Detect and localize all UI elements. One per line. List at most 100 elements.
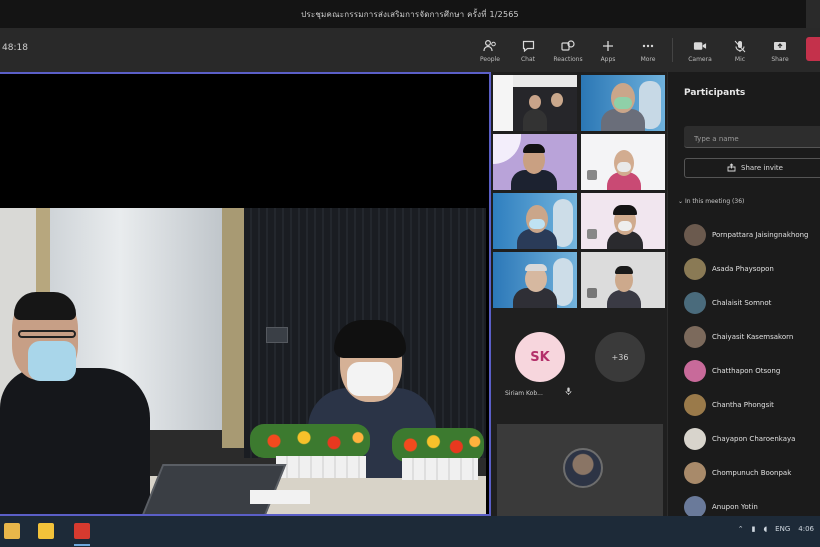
participant-row[interactable]: Chatthapon Otsong (684, 359, 780, 383)
video-tile[interactable] (581, 252, 665, 308)
video-tile[interactable] (493, 134, 577, 190)
meeting-title: ประชุมคณะกรรมการส่งเสริมการจัดการศึกษา ค… (301, 9, 519, 19)
apps-label: Apps (600, 56, 616, 63)
share-button[interactable]: Share (763, 34, 797, 68)
speaker-left-mask (28, 341, 76, 381)
participant-avatar (684, 428, 706, 450)
participant-row[interactable]: Chalaisit Somnot (684, 291, 771, 315)
participant-avatar (684, 292, 706, 314)
video-tile[interactable] (493, 252, 577, 308)
participant-avatar (684, 326, 706, 348)
participant-row[interactable]: Chaiyasit Kasemsakorn (684, 325, 793, 349)
chat-button[interactable]: Chat (511, 34, 545, 68)
participant-name: Chayapon Charoenkaya (712, 435, 796, 443)
system-tray: ⌃ ▮ ◖ ENG 4:06 (738, 525, 814, 533)
participant-avatar (684, 496, 706, 518)
participant-row[interactable]: Asada Phaysopon (684, 257, 774, 281)
camera-icon (693, 39, 707, 53)
participant-avatar (684, 462, 706, 484)
participant-row[interactable]: Chayapon Charoenkaya (684, 427, 795, 451)
more-participants-count: +36 (611, 352, 629, 362)
network-icon[interactable]: ▮ (752, 525, 756, 533)
participants-panel: Participants Share invite ⌄ In this meet… (667, 72, 820, 518)
toolbar-divider (672, 38, 673, 62)
clock[interactable]: 4:06 (798, 525, 814, 533)
participant-name: Pornpattara Jaisingnakhong (712, 231, 809, 239)
participant-name: Chaiyasit Kasemsakorn (712, 333, 794, 341)
participant-search-input[interactable] (684, 128, 820, 150)
file-explorer-icon[interactable] (4, 523, 20, 539)
wall-plate (266, 327, 288, 343)
video-tile[interactable] (581, 134, 665, 190)
mic-button[interactable]: Mic (723, 34, 757, 68)
participant-search-box (684, 126, 820, 150)
share-invite-label: Share invite (741, 164, 783, 172)
participant-row[interactable]: Chantha Phongsit (684, 393, 774, 417)
more-label: More (640, 56, 656, 63)
in-meeting-section-header[interactable]: ⌄ In this meeting (36) (678, 198, 744, 205)
chevron-up-icon[interactable]: ⌃ (738, 525, 744, 533)
video-tile[interactable] (493, 193, 577, 249)
mic-label: Mic (734, 56, 746, 63)
panel-title: Participants (684, 88, 746, 98)
speaker-left-body (0, 368, 150, 526)
participant-avatar (684, 224, 706, 246)
teams-meeting-window: ประชุมคณะกรรมการส่งเสริมการจัดการศึกษา ค… (0, 0, 820, 547)
participant-name-label: Siriam Kob... (505, 390, 543, 397)
share-label: Share (771, 56, 789, 63)
participant-name: Chantha Phongsit (712, 401, 774, 409)
pdf-reader-icon[interactable] (74, 523, 90, 539)
speaker-right-hair (334, 320, 406, 358)
chat-icon (521, 39, 535, 53)
chevron-down-icon: ⌄ (678, 198, 685, 205)
window-control[interactable] (806, 0, 820, 28)
apps-button[interactable]: Apps (591, 34, 625, 68)
participant-avatar (684, 258, 706, 280)
share-icon (773, 39, 787, 53)
main-video-feed (0, 208, 486, 526)
camera-button[interactable]: Camera (683, 34, 717, 68)
share-invite-button[interactable]: Share invite (684, 158, 820, 178)
mic-muted-icon (565, 387, 572, 397)
participant-avatar-sk[interactable]: SK (515, 332, 565, 382)
title-bar: ประชุมคณะกรรมการส่งเสริมการจัดการศึกษา ค… (0, 0, 820, 28)
video-tile[interactable] (493, 75, 577, 131)
video-tile[interactable] (581, 75, 665, 131)
participant-row[interactable]: Chompunuch Boonpak (684, 461, 791, 485)
share-invite-icon (727, 162, 736, 174)
reactions-icon (561, 39, 575, 53)
self-avatar (563, 448, 603, 488)
people-button[interactable]: People (473, 34, 507, 68)
more-button[interactable]: More (631, 34, 665, 68)
reactions-button[interactable]: Reactions (551, 34, 585, 68)
flower-vase (276, 456, 366, 478)
participant-name: Chompunuch Boonpak (712, 469, 792, 477)
windows-taskbar: ⌃ ▮ ◖ ENG 4:06 (0, 516, 820, 547)
participant-row[interactable]: Pornpattara Jaisingnakhong (684, 223, 809, 247)
chat-label: Chat (520, 56, 536, 63)
flower-vase (402, 458, 478, 480)
participant-name: Asada Phaysopon (712, 265, 774, 273)
in-meeting-label: In this meeting (36) (684, 198, 745, 205)
leave-button[interactable] (806, 37, 820, 61)
people-label: People (480, 56, 500, 63)
speaker-left-hair (14, 292, 76, 320)
participant-avatar (684, 394, 706, 416)
avatar-initials: SK (530, 349, 550, 365)
more-participants-button[interactable]: +36 (595, 332, 645, 382)
video-gallery: SK Siriam Kob... +36 (493, 72, 667, 516)
camera-label: Camera (688, 56, 712, 63)
mic-icon (733, 39, 747, 53)
language-indicator[interactable]: ENG (775, 525, 790, 533)
participant-name: Chatthapon Otsong (712, 367, 781, 375)
volume-icon[interactable]: ◖ (763, 525, 767, 533)
self-view-tile[interactable] (497, 424, 663, 516)
speaker-left-glasses (18, 330, 76, 338)
speaker-right-mask (347, 362, 393, 396)
meeting-timer: 48:18 (2, 43, 28, 53)
active-app-indicator (74, 544, 90, 546)
participant-name: Chalaisit Somnot (712, 299, 772, 307)
participant-name: Anupon Yotin (712, 503, 758, 511)
folder-icon[interactable] (38, 523, 54, 539)
video-tile[interactable] (581, 193, 665, 249)
